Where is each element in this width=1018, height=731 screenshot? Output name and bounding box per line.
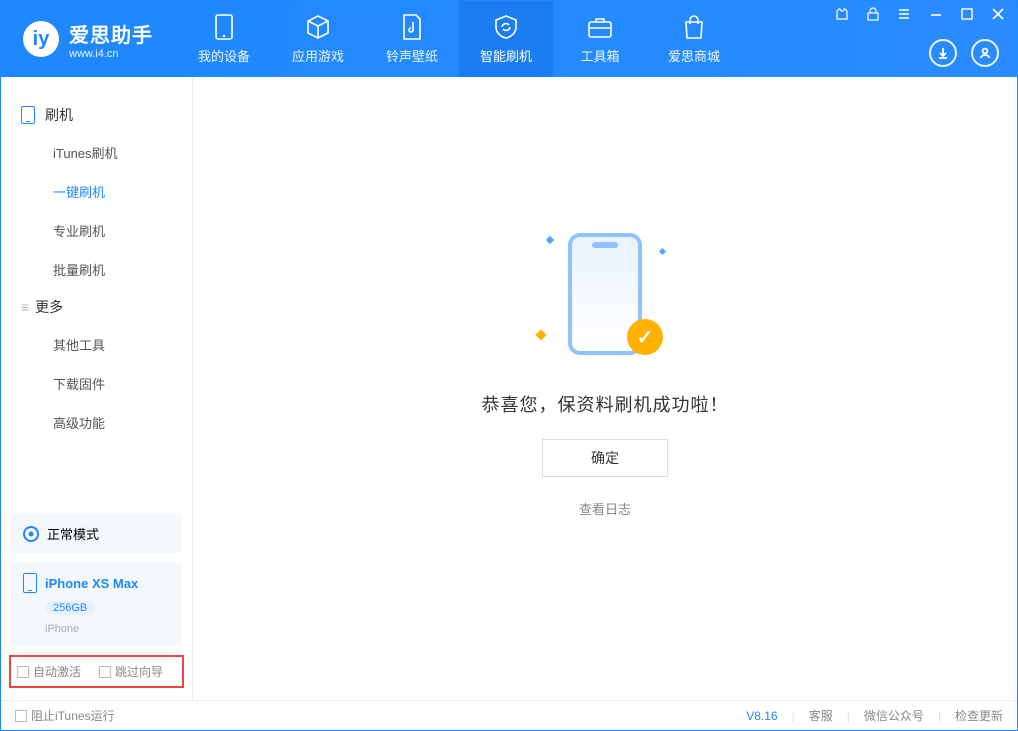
checkbox-icon	[15, 710, 27, 722]
cube-icon	[305, 14, 331, 40]
connected-device-card[interactable]: iPhone XS Max 256GB iPhone	[11, 563, 182, 645]
block-itunes-checkbox[interactable]: 阻止iTunes运行	[15, 707, 115, 724]
nav-flash[interactable]: 智能刷机	[459, 1, 553, 77]
check-update-link[interactable]: 检查更新	[955, 707, 1003, 724]
device-icon	[21, 106, 35, 124]
sparkle-icon	[659, 248, 666, 255]
download-button[interactable]	[929, 39, 957, 67]
skip-guide-checkbox[interactable]: 跳过向导	[99, 663, 163, 680]
mode-indicator-icon	[23, 526, 39, 542]
sidebar-item-download-firmware[interactable]: 下载固件	[1, 364, 192, 403]
nav-ringtone[interactable]: 铃声壁纸	[365, 1, 459, 77]
checkbox-icon	[17, 666, 29, 678]
status-bar: 阻止iTunes运行 V8.16 | 客服 | 微信公众号 | 检查更新	[1, 700, 1017, 730]
nav-label: 工具箱	[580, 46, 619, 65]
wechat-link[interactable]: 微信公众号	[864, 707, 924, 724]
nav-label: 我的设备	[198, 46, 250, 65]
user-button[interactable]	[971, 39, 999, 67]
minimize-button[interactable]	[925, 5, 947, 23]
lock-icon[interactable]	[863, 5, 883, 23]
nav-label: 应用游戏	[292, 46, 344, 65]
success-panel: ✓ 恭喜您，保资料刷机成功啦！ 确定 查看日志	[482, 219, 729, 518]
check-badge-icon: ✓	[627, 319, 663, 355]
flash-options-row: 自动激活 跳过向导	[9, 655, 184, 688]
maximize-button[interactable]	[957, 5, 977, 23]
header-right-controls	[929, 39, 999, 67]
nav-label: 铃声壁纸	[386, 46, 438, 65]
ok-button[interactable]: 确定	[542, 439, 668, 477]
group-label: 更多	[35, 297, 63, 317]
app-header: iy 爱思助手 www.i4.cn 我的设备 应用游戏 铃声壁纸 智能刷机 工具…	[1, 1, 1017, 77]
sparkle-icon	[546, 236, 554, 244]
sidebar-item-onekey-flash[interactable]: 一键刷机	[1, 172, 192, 211]
version-label: V8.16	[746, 709, 777, 723]
brand-subtitle: www.i4.cn	[69, 48, 153, 60]
device-mode-card[interactable]: 正常模式	[11, 514, 182, 553]
brand-logo-icon: iy	[23, 21, 59, 57]
music-file-icon	[399, 14, 425, 40]
sidebar-item-pro-flash[interactable]: 专业刷机	[1, 211, 192, 250]
main-content: ✓ 恭喜您，保资料刷机成功啦！ 确定 查看日志	[193, 77, 1017, 700]
nav-tools[interactable]: 工具箱	[553, 1, 647, 77]
close-button[interactable]	[987, 5, 1009, 23]
nav-label: 爱思商城	[668, 46, 720, 65]
sidebar-item-itunes-flash[interactable]: iTunes刷机	[1, 133, 192, 172]
brand: iy 爱思助手 www.i4.cn	[1, 1, 177, 77]
phone-icon	[23, 573, 37, 593]
shirt-icon[interactable]	[831, 5, 853, 23]
support-link[interactable]: 客服	[809, 707, 833, 724]
view-log-link[interactable]: 查看日志	[579, 499, 631, 518]
sidebar-group-more: 更多	[1, 289, 192, 325]
toolbox-icon	[587, 14, 613, 40]
main-nav: 我的设备 应用游戏 铃声壁纸 智能刷机 工具箱 爱思商城	[177, 1, 741, 77]
bag-icon	[681, 14, 707, 40]
mode-label: 正常模式	[47, 524, 99, 543]
nav-apps[interactable]: 应用游戏	[271, 1, 365, 77]
sidebar-item-advanced[interactable]: 高级功能	[1, 403, 192, 442]
nav-store[interactable]: 爱思商城	[647, 1, 741, 77]
sidebar-item-batch-flash[interactable]: 批量刷机	[1, 250, 192, 289]
group-label: 刷机	[45, 105, 73, 125]
success-message: 恭喜您，保资料刷机成功啦！	[482, 391, 729, 417]
nav-my-device[interactable]: 我的设备	[177, 1, 271, 77]
sidebar-item-other-tools[interactable]: 其他工具	[1, 325, 192, 364]
sidebar-group-flash: 刷机	[1, 97, 192, 133]
brand-title: 爱思助手	[69, 19, 153, 48]
device-type: iPhone	[45, 623, 170, 635]
refresh-shield-icon	[493, 14, 519, 40]
window-controls	[831, 5, 1009, 23]
sparkle-icon	[535, 329, 546, 340]
auto-activate-checkbox[interactable]: 自动激活	[17, 663, 81, 680]
device-name: iPhone XS Max	[45, 576, 138, 591]
device-capacity: 256GB	[45, 601, 95, 615]
menu-icon[interactable]	[893, 5, 915, 23]
success-illustration: ✓	[525, 219, 685, 369]
phone-icon	[211, 14, 237, 40]
checkbox-icon	[99, 666, 111, 678]
nav-label: 智能刷机	[480, 46, 532, 65]
sidebar: 刷机 iTunes刷机 一键刷机 专业刷机 批量刷机 更多 其他工具 下载固件 …	[1, 77, 193, 700]
